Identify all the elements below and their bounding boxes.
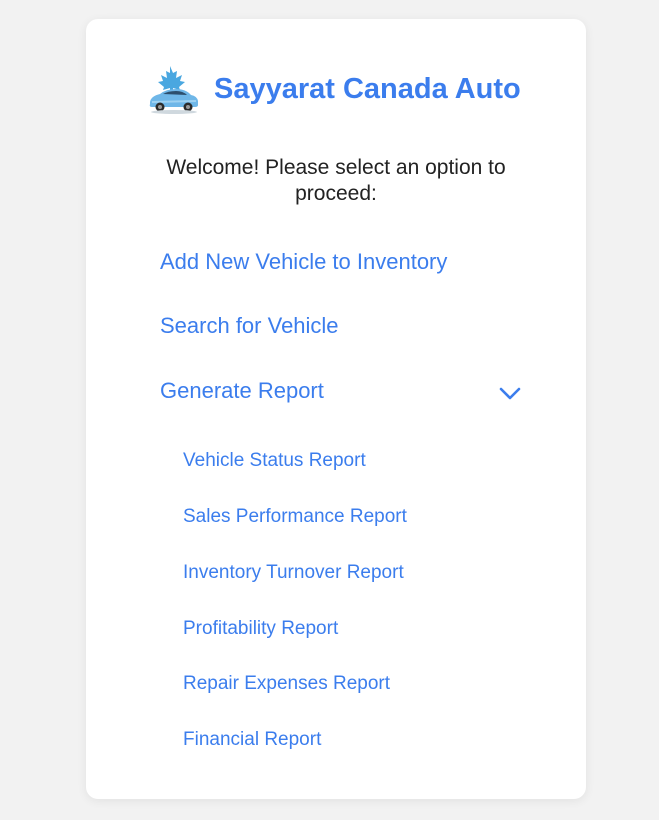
maple-leaf-car-logo-icon — [149, 66, 198, 114]
report-link-sales-performance[interactable]: Sales Performance Report — [183, 505, 407, 529]
report-link-profitability[interactable]: Profitability Report — [183, 617, 338, 641]
add-vehicle-link[interactable]: Add New Vehicle to Inventory — [160, 249, 447, 275]
chevron-down-icon[interactable] — [498, 383, 522, 403]
report-link-repair-expenses[interactable]: Repair Expenses Report — [183, 672, 390, 696]
report-link-vehicle-status[interactable]: Vehicle Status Report — [183, 449, 366, 473]
report-link-inventory-turnover[interactable]: Inventory Turnover Report — [183, 561, 404, 585]
brand-header: Sayyarat Canada Auto — [144, 63, 521, 115]
search-vehicle-link[interactable]: Search for Vehicle — [160, 313, 339, 339]
report-link-financial[interactable]: Financial Report — [183, 728, 321, 752]
generate-report-toggle[interactable]: Generate Report — [160, 378, 324, 404]
welcome-message: Welcome! Please select an option to proc… — [166, 156, 506, 205]
main-card: Sayyarat Canada Auto Welcome! Please sel… — [86, 19, 586, 799]
brand-name: Sayyarat Canada Auto — [214, 72, 521, 105]
